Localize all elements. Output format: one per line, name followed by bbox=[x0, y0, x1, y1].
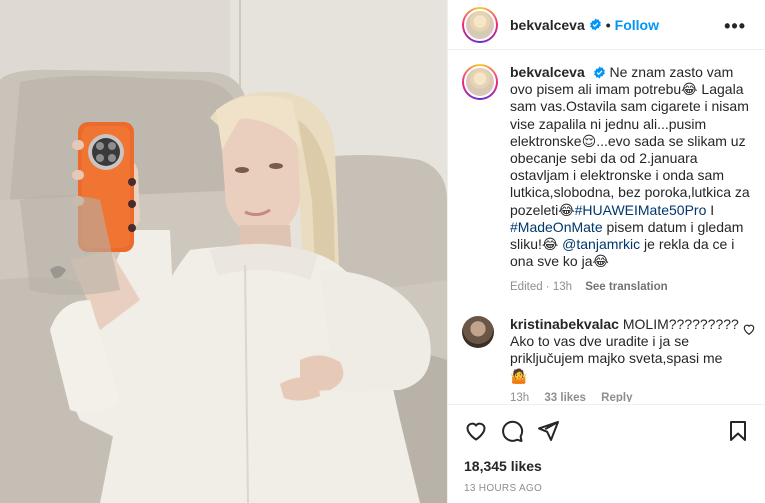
follow-button[interactable]: Follow bbox=[615, 17, 659, 33]
commenter-username[interactable]: kristinabekvalac bbox=[510, 316, 619, 332]
author-avatar[interactable] bbox=[462, 6, 498, 43]
commenter-avatar[interactable] bbox=[462, 316, 494, 348]
heart-icon[interactable] bbox=[464, 419, 488, 443]
share-icon[interactable] bbox=[536, 419, 560, 443]
comment-likes[interactable]: 33 likes bbox=[544, 392, 586, 402]
caption-username[interactable]: bekvalceva bbox=[510, 64, 585, 80]
hashtag-link[interactable]: #MadeOnMate bbox=[510, 219, 603, 235]
verified-badge-icon bbox=[589, 18, 601, 31]
hashtag-link[interactable]: #HUAWEIMate50Pro bbox=[575, 202, 707, 218]
verified-badge-icon bbox=[593, 66, 605, 79]
post-photo[interactable] bbox=[0, 0, 447, 503]
caption-body-2: I bbox=[706, 201, 715, 218]
selfie-image bbox=[0, 0, 447, 503]
comment-like-icon[interactable] bbox=[742, 322, 756, 336]
caption-time: 13h bbox=[552, 281, 573, 294]
caption-text: bekvalceva Ne znam zasto vam ovo pisem a… bbox=[510, 64, 754, 270]
comment-item: kristinabekvalac MOLIM????????? Ako to v… bbox=[462, 316, 758, 385]
edited-label: Edited bbox=[510, 281, 543, 294]
post-side-panel: bekvalceva • Follow ••• bekvalceva Ne zn… bbox=[447, 0, 765, 503]
meta-separator: · bbox=[542, 281, 553, 294]
instagram-post: bekvalceva • Follow ••• bekvalceva Ne zn… bbox=[0, 0, 765, 503]
see-translation-button[interactable]: See translation bbox=[585, 281, 667, 293]
mention-link[interactable]: @tanjamrkic bbox=[562, 236, 640, 252]
comment-text: kristinabekvalac MOLIM????????? Ako to v… bbox=[510, 316, 742, 385]
post-timestamp: 13 HOURS AGO bbox=[464, 483, 543, 494]
action-bar: 18,345 likes 13 HOURS AGO bbox=[448, 404, 765, 503]
caption-meta: Edited · 13h See translation bbox=[510, 281, 754, 293]
caption: bekvalceva Ne znam zasto vam ovo pisem a… bbox=[462, 64, 754, 293]
caption-avatar[interactable] bbox=[462, 64, 498, 100]
likes-count[interactable]: 18,345 likes bbox=[464, 458, 542, 474]
author-username[interactable]: bekvalceva bbox=[510, 17, 585, 33]
comment-meta: 13h 33 likes Reply bbox=[510, 392, 645, 402]
caption-body-1: Ne znam zasto vam ovo pisem ali imam pot… bbox=[510, 64, 750, 218]
header-separator: • bbox=[605, 16, 611, 33]
bookmark-icon[interactable] bbox=[726, 419, 750, 443]
comment-time: 13h bbox=[510, 392, 530, 402]
comment-icon[interactable] bbox=[500, 419, 524, 443]
more-options-icon[interactable]: ••• bbox=[724, 16, 746, 37]
reply-button[interactable]: Reply bbox=[601, 392, 632, 402]
post-header: bekvalceva • Follow ••• bbox=[448, 0, 765, 50]
